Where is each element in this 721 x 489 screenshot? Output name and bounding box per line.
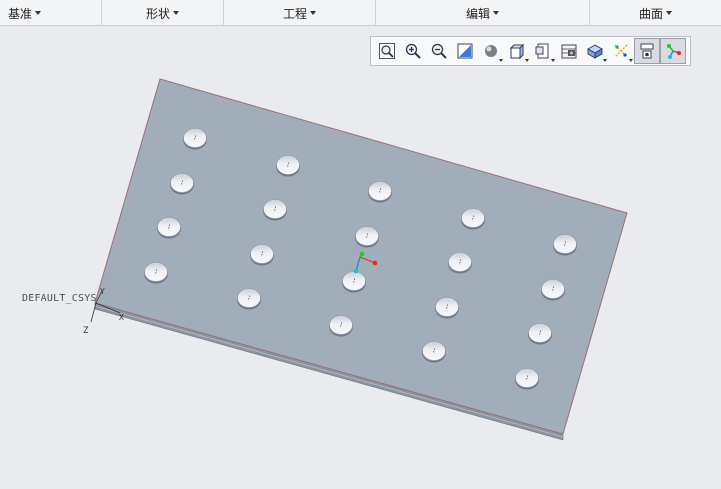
hole[interactable] xyxy=(541,279,565,301)
ribbon-bar: 基准 形状 工程 编辑 曲面 xyxy=(0,0,721,26)
perspective-icon xyxy=(561,44,577,59)
chevron-down-icon xyxy=(603,59,607,62)
zoom-out-icon xyxy=(431,43,447,59)
csys-axis-y-label: Y xyxy=(100,287,105,296)
repaint-icon xyxy=(457,43,473,59)
hole[interactable] xyxy=(515,368,539,390)
chevron-down-icon xyxy=(666,11,672,15)
zoom-in-button[interactable] xyxy=(400,38,426,64)
ribbon-group-datum[interactable]: 基准 xyxy=(0,0,102,26)
view-manager-button[interactable] xyxy=(530,38,556,64)
chevron-down-icon xyxy=(310,11,316,15)
section-button[interactable] xyxy=(582,38,608,64)
refit-button[interactable] xyxy=(374,38,400,64)
repaint-button[interactable] xyxy=(452,38,478,64)
chevron-down-icon xyxy=(35,11,42,15)
ribbon-group-edit[interactable]: 编辑 xyxy=(376,0,590,26)
perspective-button[interactable] xyxy=(556,38,582,64)
csys-label[interactable]: DEFAULT_CSYS xyxy=(22,293,97,304)
hole[interactable] xyxy=(435,297,459,319)
refit-icon xyxy=(379,43,395,59)
hole[interactable] xyxy=(250,244,274,266)
chevron-down-icon xyxy=(499,59,503,62)
hole[interactable] xyxy=(157,217,181,239)
hole[interactable] xyxy=(355,226,379,248)
hole[interactable] xyxy=(237,288,261,310)
zoom-in-icon xyxy=(405,43,421,59)
ribbon-group-label: 形状 xyxy=(145,6,170,21)
hole[interactable] xyxy=(144,262,168,284)
display-style-button[interactable] xyxy=(478,38,504,64)
display-style-icon xyxy=(485,45,497,57)
hole[interactable] xyxy=(276,155,300,177)
zoom-out-button[interactable] xyxy=(426,38,452,64)
saved-orientations-icon xyxy=(509,43,525,60)
chevron-down-icon xyxy=(525,59,529,62)
saved-orientations-button[interactable] xyxy=(504,38,530,64)
spin-center-button[interactable] xyxy=(660,38,686,64)
ribbon-group-label: 基准 xyxy=(8,6,33,21)
annotation-display-button[interactable] xyxy=(634,38,660,64)
hole[interactable] xyxy=(368,181,392,203)
hole[interactable] xyxy=(183,128,207,150)
graphics-viewport[interactable]: Y X Z xyxy=(0,27,721,489)
hole[interactable] xyxy=(329,315,353,337)
view-manager-icon xyxy=(535,43,549,59)
hole[interactable] xyxy=(461,208,485,230)
csys-axis-z-label: Z xyxy=(83,326,89,336)
chevron-down-icon xyxy=(493,11,499,15)
csys-axis-x-label: X xyxy=(119,313,124,322)
hole[interactable] xyxy=(528,323,552,345)
datum-display-icon xyxy=(614,44,628,58)
hole[interactable] xyxy=(170,173,194,195)
ribbon-group-label: 曲面 xyxy=(638,6,663,21)
hole[interactable] xyxy=(422,341,446,363)
hole[interactable] xyxy=(448,252,472,274)
view-toolbar xyxy=(370,36,691,66)
spin-center-toggle-icon xyxy=(667,44,681,59)
ribbon-group-surfaces[interactable]: 曲面 xyxy=(590,0,721,26)
datum-display-button[interactable] xyxy=(608,38,634,64)
hole[interactable] xyxy=(342,271,366,293)
ribbon-group-label: 工程 xyxy=(282,6,307,21)
hole[interactable] xyxy=(263,199,287,221)
ribbon-group-label: 编辑 xyxy=(465,6,490,21)
annotation-display-icon xyxy=(640,43,654,59)
ribbon-group-shape[interactable]: 形状 xyxy=(102,0,224,26)
chevron-down-icon xyxy=(629,59,633,62)
hole[interactable] xyxy=(553,234,577,256)
section-icon xyxy=(587,44,603,59)
chevron-down-icon xyxy=(551,59,555,62)
ribbon-group-engineering[interactable]: 工程 xyxy=(224,0,376,26)
chevron-down-icon xyxy=(173,11,179,15)
